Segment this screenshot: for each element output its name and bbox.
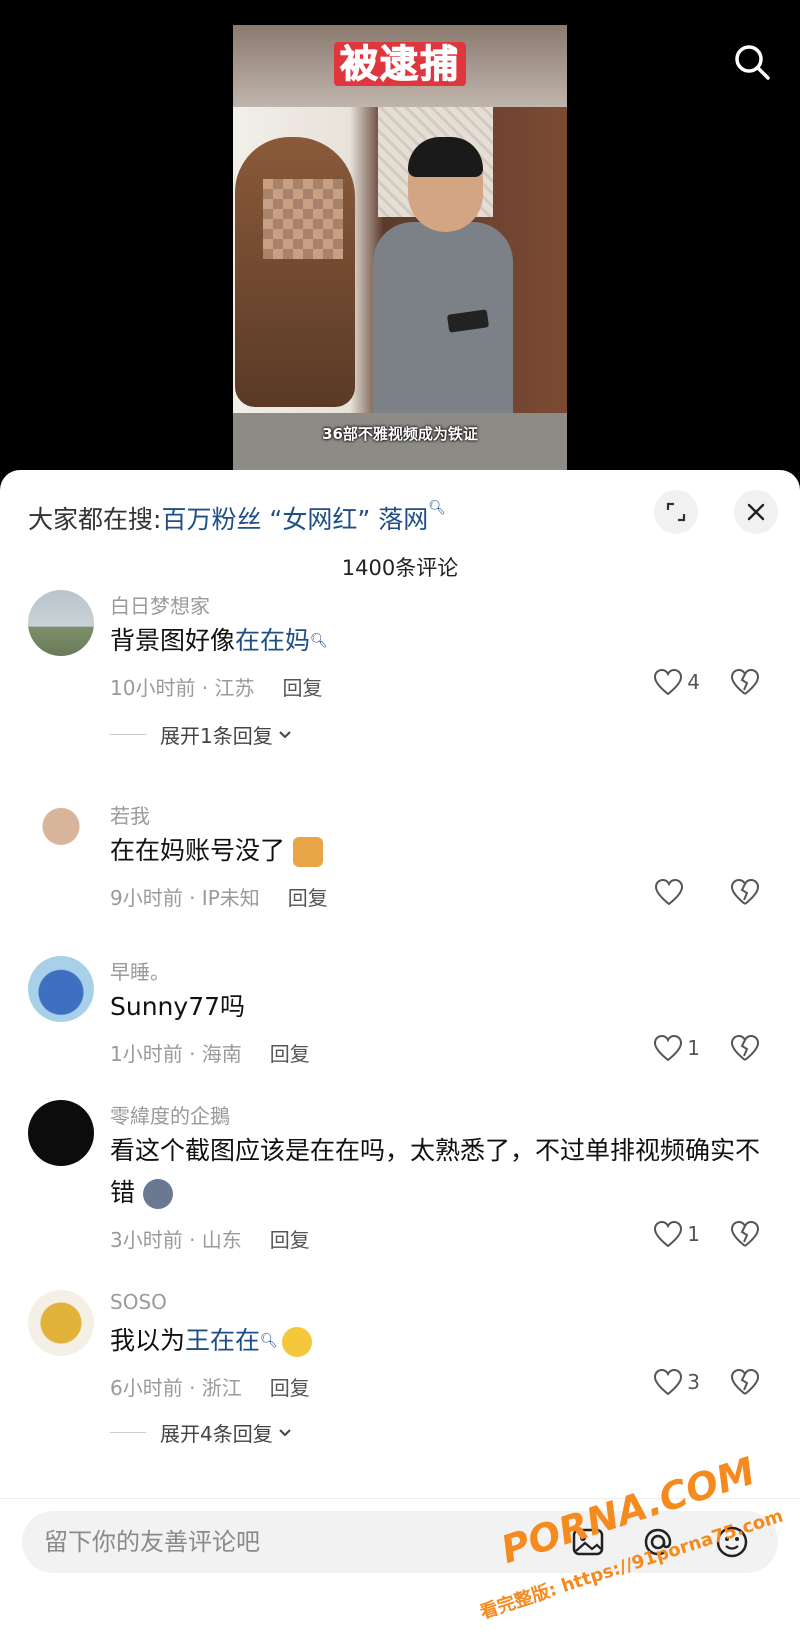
at-mention-icon[interactable] — [640, 1524, 676, 1560]
avatar[interactable] — [28, 956, 94, 1022]
comment-link[interactable]: 王在在 — [185, 1326, 260, 1355]
expand-replies[interactable]: 展开1条回复 — [110, 720, 293, 749]
woman-figure — [235, 137, 355, 407]
broken-heart-icon[interactable] — [730, 1034, 760, 1062]
comment-text: 我以为王在在🔍︎ — [110, 1320, 760, 1362]
video-title: 被逮捕 — [233, 33, 567, 88]
emoji-icon[interactable] — [714, 1524, 750, 1560]
reply-button[interactable]: 回复 — [270, 1376, 310, 1400]
comment-link[interactable]: 在在妈 — [235, 626, 310, 655]
comment-username[interactable]: 白日梦想家 — [110, 590, 210, 619]
broken-heart-icon[interactable] — [730, 668, 760, 696]
comment-count: 1400条评论 — [341, 556, 459, 580]
screen: 被逮捕 36部不雅视频成为铁证 大家都在搜:百万粉丝 “女网红” 落网🔍︎ 14… — [0, 0, 800, 1652]
like-count: 1 — [687, 1036, 700, 1060]
reply-button[interactable]: 回复 — [283, 676, 323, 700]
divider — [110, 734, 146, 735]
heart-icon — [654, 878, 684, 906]
search-small-icon: 🔍︎ — [260, 1333, 278, 1349]
avatar[interactable] — [28, 1100, 94, 1166]
video-frame — [233, 107, 567, 413]
heart-icon — [654, 1034, 683, 1062]
like-button[interactable]: 4 — [653, 668, 700, 696]
heart-icon — [654, 668, 683, 696]
like-button[interactable]: 1 — [653, 1034, 700, 1062]
heart-icon — [654, 1368, 683, 1396]
trending-keyword[interactable]: 百万粉丝 “女网红” 落网 — [161, 505, 428, 534]
video-player[interactable]: 被逮捕 36部不雅视频成为铁证 — [233, 25, 567, 470]
comment-input-box — [22, 1511, 778, 1573]
broken-heart-icon[interactable] — [730, 1368, 760, 1396]
close-button[interactable] — [734, 490, 778, 534]
comment-input[interactable] — [44, 1511, 544, 1573]
comment-text: 背景图好像在在妈🔍︎ — [110, 626, 328, 655]
divider — [110, 1432, 146, 1433]
crying-emoji-icon — [281, 1327, 312, 1357]
chevron-down-icon — [279, 730, 291, 738]
reply-button[interactable]: 回复 — [288, 886, 328, 910]
comment-username[interactable]: 零緯度的企鵝 — [110, 1100, 230, 1129]
chevron-down-icon — [279, 1428, 291, 1436]
bear-emoji-icon — [292, 837, 323, 867]
comment-meta: 9小时前 · IP未知 回复 — [110, 886, 328, 910]
expand-replies[interactable]: 展开4条回复 — [110, 1418, 293, 1447]
broken-heart-icon[interactable] — [730, 878, 760, 906]
comment-username[interactable]: 早睡。 — [110, 956, 170, 985]
comment-meta: 10小时前 · 江苏 回复 — [110, 676, 323, 700]
trending-search[interactable]: 大家都在搜:百万粉丝 “女网红” 落网🔍︎ — [28, 500, 446, 536]
heart-icon — [654, 1220, 683, 1248]
close-icon — [747, 503, 765, 521]
search-small-icon: 🔍︎ — [310, 633, 328, 649]
mosaic-blur — [263, 179, 343, 259]
man-figure — [373, 222, 513, 413]
image-icon[interactable] — [570, 1524, 606, 1560]
trending-prefix: 大家都在搜: — [28, 505, 162, 534]
search-icon[interactable] — [732, 42, 772, 82]
comment-text: 在在妈账号没了 — [110, 830, 760, 872]
expand-button[interactable] — [654, 490, 698, 534]
comment-meta: 1小时前 · 海南 回复 — [110, 1042, 310, 1066]
like-count: 4 — [687, 670, 700, 694]
broken-heart-icon[interactable] — [730, 1220, 760, 1248]
like-count: 1 — [687, 1222, 700, 1246]
avatar[interactable] — [28, 590, 94, 656]
video-caption: 36部不雅视频成为铁证 — [322, 425, 478, 443]
avatar[interactable] — [28, 1290, 94, 1356]
comment-meta: 6小时前 · 浙江 回复 — [110, 1376, 310, 1400]
comment-text: 看这个截图应该是在在吗，太熟悉了，不过单排视频确实不错 — [110, 1136, 761, 1209]
avatar[interactable] — [28, 800, 94, 866]
like-button[interactable]: 1 — [653, 1220, 700, 1248]
comment-text: Sunny77吗 — [110, 992, 246, 1021]
like-button[interactable] — [654, 878, 688, 906]
reply-button[interactable]: 回复 — [270, 1228, 310, 1252]
comment-input-bar — [0, 1498, 800, 1652]
comment-sheet: 大家都在搜:百万粉丝 “女网红” 落网🔍︎ 1400条评论 白日梦想家 背景图好… — [0, 470, 800, 1652]
search-small-icon: 🔍︎ — [428, 500, 447, 516]
comment-username[interactable]: SOSO — [110, 1290, 167, 1314]
expand-icon — [666, 502, 686, 522]
reply-button[interactable]: 回复 — [270, 1042, 310, 1066]
husky-emoji-icon — [142, 1179, 173, 1209]
comment-username[interactable]: 若我 — [110, 800, 150, 829]
like-count: 3 — [687, 1370, 700, 1394]
comment-meta: 3小时前 · 山东 回复 — [110, 1228, 310, 1252]
like-button[interactable]: 3 — [653, 1368, 700, 1396]
